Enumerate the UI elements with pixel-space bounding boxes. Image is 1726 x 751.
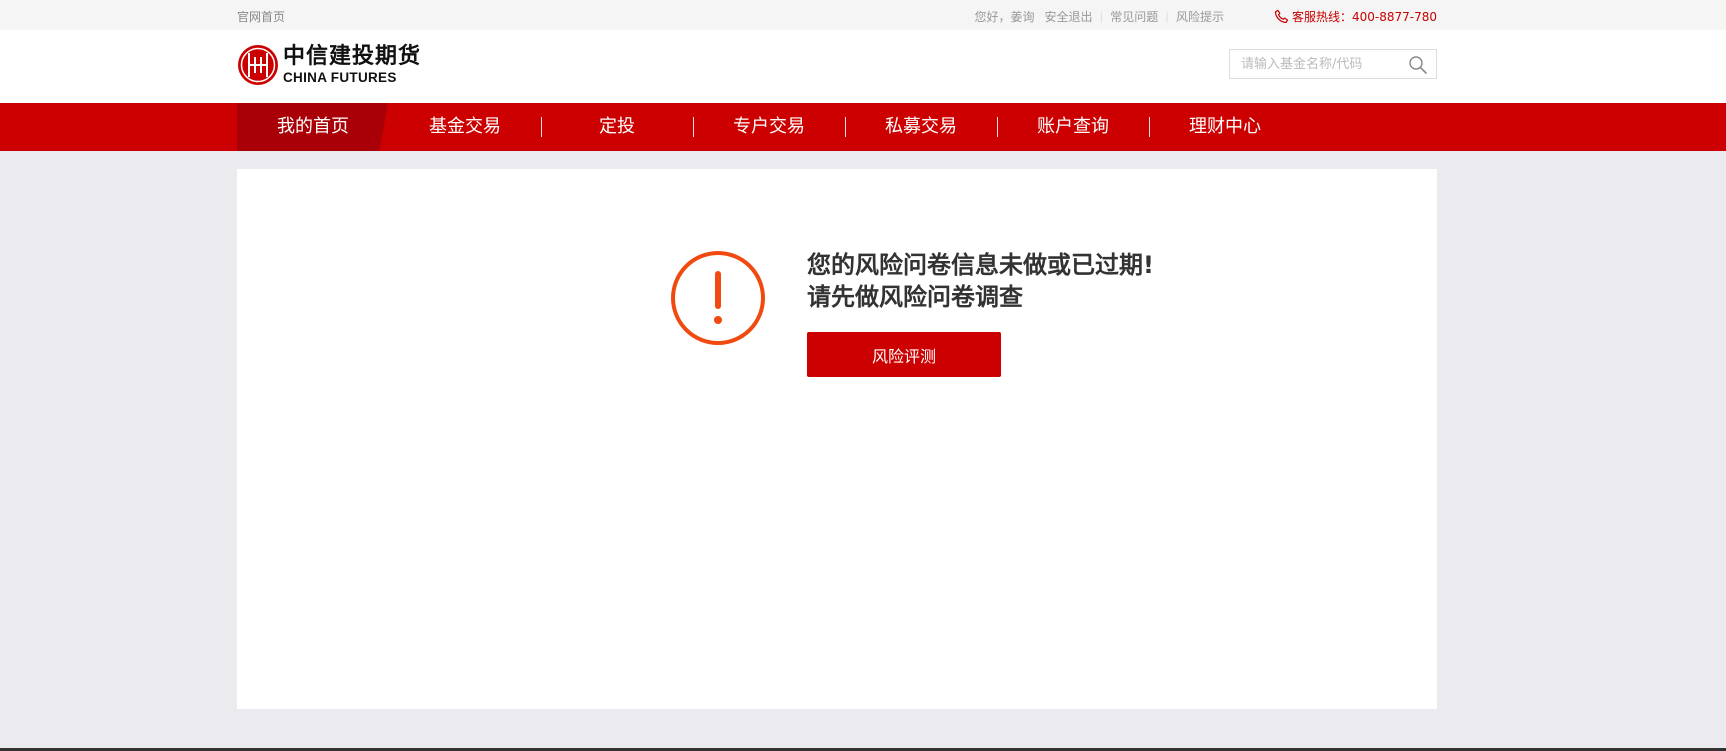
phone-icon <box>1274 9 1289 24</box>
risk-message: 您的风险问卷信息未做或已过期! 请先做风险问卷调查 <box>807 249 1154 313</box>
warning-icon <box>671 251 765 345</box>
nav-special-account[interactable]: 专户交易 <box>693 103 845 151</box>
logo-chinese: 中信建投期货 <box>283 43 422 69</box>
main-panel: 您的风险问卷信息未做或已过期! 请先做风险问卷调查 风险评测 <box>237 169 1437 709</box>
search-input[interactable] <box>1230 50 1401 78</box>
hotline: 客服热线：400-8877-780 <box>1274 8 1437 25</box>
logout-link[interactable]: 安全退出 <box>1045 8 1093 25</box>
nav-fund-trading[interactable]: 基金交易 <box>389 103 541 151</box>
main-nav: 我的首页 基金交易 定投 专户交易 私募交易 账户查询 理财中心 <box>0 103 1726 151</box>
nav-account-query[interactable]: 账户查询 <box>997 103 1149 151</box>
hotline-text: 客服热线：400-8877-780 <box>1291 10 1437 24</box>
risk-message-line2: 请先做风险问卷调查 <box>807 283 1023 311</box>
nav-wealth-center[interactable]: 理财中心 <box>1149 103 1301 151</box>
home-link[interactable]: 官网首页 <box>237 8 285 25</box>
top-bar: 官网首页 您好，姜询 安全退出 | 常见问题 | 风险提示 客服热线：400-8… <box>0 0 1726 30</box>
divider: | <box>1099 10 1104 23</box>
header: 中信建投期货 CHINA FUTURES <box>0 30 1726 103</box>
greeting-text: 您好，姜询 <box>974 10 1035 24</box>
nav-my-home[interactable]: 我的首页 <box>237 103 389 151</box>
faq-link[interactable]: 常见问题 <box>1110 8 1158 25</box>
risk-message-line1: 您的风险问卷信息未做或已过期! <box>807 251 1154 279</box>
nav-fixed-investment[interactable]: 定投 <box>541 103 693 151</box>
logo[interactable]: 中信建投期货 CHINA FUTURES <box>237 44 421 86</box>
nav-private-fund[interactable]: 私募交易 <box>845 103 997 151</box>
logo-english: CHINA FUTURES <box>283 69 397 85</box>
divider: | <box>1165 10 1169 23</box>
risk-notice-link[interactable]: 风险提示 <box>1176 8 1224 25</box>
top-links: 您好，姜询 安全退出 | 常见问题 | 风险提示 客服热线：400-8877-7… <box>974 8 1437 25</box>
risk-assessment-button[interactable]: 风险评测 <box>807 332 1001 377</box>
search-icon[interactable] <box>1408 55 1428 79</box>
search-box <box>1229 49 1437 79</box>
logo-emblem-icon <box>238 45 278 85</box>
